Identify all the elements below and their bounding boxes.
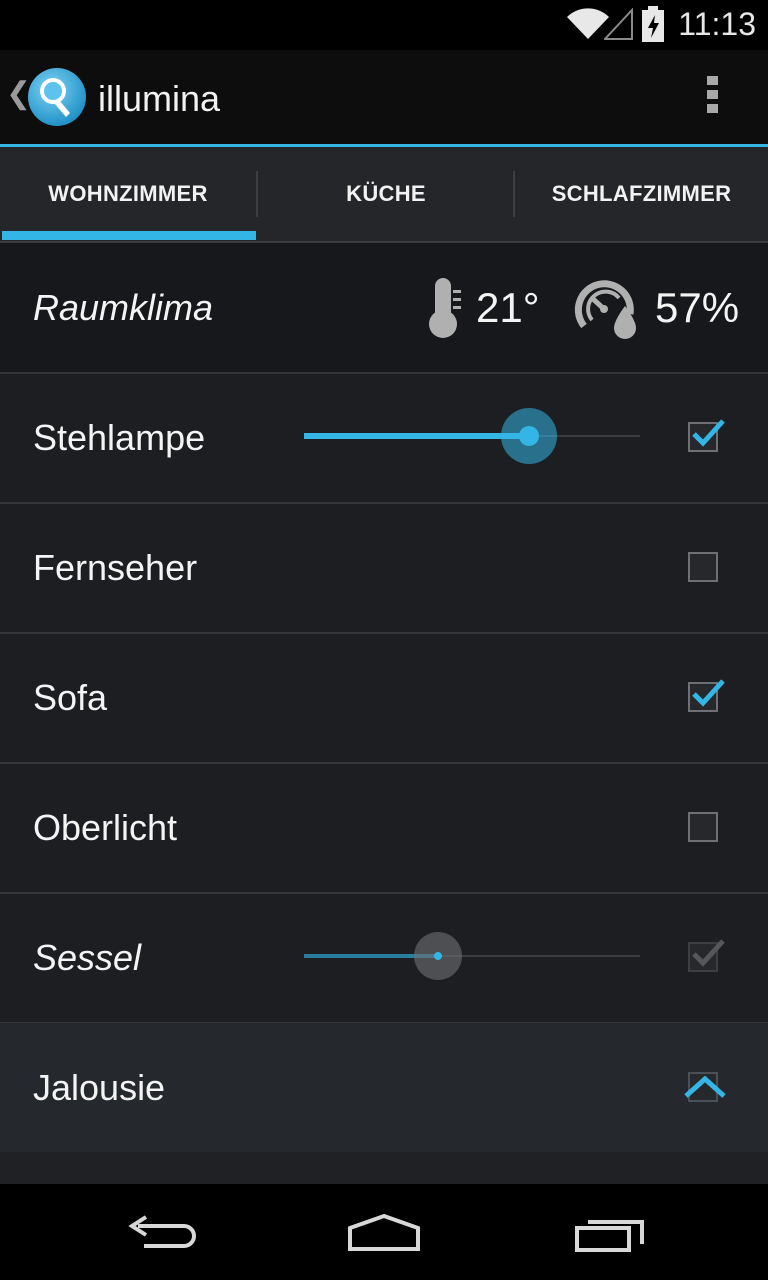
tab-kueche[interactable]: KÜCHE: [258, 147, 514, 241]
humidity-gauge-icon: [574, 280, 636, 339]
dimmer-slider[interactable]: [304, 926, 640, 986]
slider-fill: [304, 433, 529, 439]
device-label: Stehlampe: [33, 417, 206, 458]
device-label: Sessel: [33, 937, 142, 978]
jalousie-control[interactable]: [684, 1072, 726, 1102]
humidity-value: 57%: [655, 284, 740, 331]
signal-icon: [604, 8, 633, 40]
device-checkbox[interactable]: [688, 812, 718, 842]
dimmer-slider[interactable]: [304, 406, 640, 466]
slider-thumb[interactable]: [519, 426, 539, 446]
back-icon[interactable]: [124, 1214, 196, 1254]
checkmark-icon: [692, 419, 725, 447]
action-bar: ❮ illumina: [0, 50, 768, 147]
device-label: Oberlicht: [33, 807, 178, 848]
device-label: Fernseher: [33, 547, 198, 588]
device-checkbox[interactable]: [688, 552, 718, 582]
device-label: Sofa: [33, 677, 108, 718]
status-bar: 11:13: [0, 0, 768, 50]
climate-row: Raumklima 21° 57%: [0, 243, 768, 374]
device-row-fernseher: Fernseher: [0, 503, 768, 634]
chevron-up-icon: [684, 1075, 726, 1098]
home-icon[interactable]: [346, 1212, 422, 1254]
thermometer-icon: [429, 278, 461, 338]
overflow-menu-icon[interactable]: [700, 76, 724, 118]
navigation-bar: [0, 1184, 768, 1280]
device-label: Jalousie: [33, 1067, 166, 1108]
tab-bar: WOHNZIMMER KÜCHE SCHLAFZIMMER: [0, 147, 768, 243]
device-row-stehlampe: Stehlampe: [0, 373, 768, 504]
tab-schlafzimmer[interactable]: SCHLAFZIMMER: [515, 147, 768, 241]
device-row-jalousie: Jalousie: [0, 1023, 768, 1154]
battery-charging-icon: [642, 6, 664, 42]
clock: 11:13: [678, 6, 756, 42]
tab-wohnzimmer[interactable]: WOHNZIMMER: [0, 147, 256, 241]
lightbulb-icon[interactable]: [26, 66, 88, 128]
checkmark-icon: [692, 679, 725, 707]
recent-apps-icon[interactable]: [574, 1214, 646, 1254]
device-row-sofa: Sofa: [0, 633, 768, 764]
climate-label: Raumklima: [33, 287, 214, 328]
list-item-partial: [0, 1152, 768, 1184]
temperature-value: 21°: [476, 284, 540, 331]
device-checkbox[interactable]: [688, 679, 725, 712]
device-row-sessel: Sessel: [0, 893, 768, 1024]
device-checkbox[interactable]: [688, 939, 725, 972]
slider-thumb[interactable]: [434, 952, 442, 960]
checkmark-icon: [692, 939, 725, 967]
device-row-oberlicht: Oberlicht: [0, 763, 768, 894]
tab-selected-indicator: [2, 231, 256, 240]
device-checkbox[interactable]: [688, 419, 725, 452]
app-title: illumina: [98, 78, 221, 119]
